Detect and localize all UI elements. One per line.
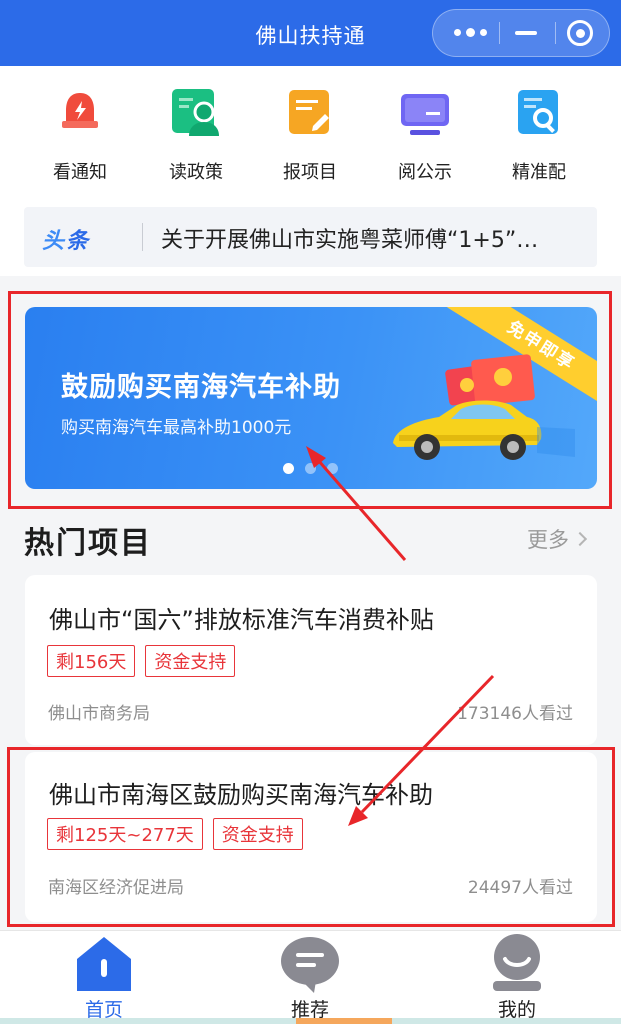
mini-program-capsule bbox=[432, 9, 610, 57]
banner-highlight-box bbox=[8, 291, 612, 509]
chevron-right-icon bbox=[572, 531, 588, 547]
hot-section-title: 热门项目 bbox=[24, 526, 152, 561]
entry-label: 精准配 bbox=[512, 162, 566, 183]
headline-divider bbox=[142, 223, 143, 251]
entry-label: 阅公示 bbox=[398, 162, 452, 183]
more-icon[interactable] bbox=[441, 10, 499, 56]
home-icon bbox=[77, 937, 131, 991]
bottom-tab-bar: 首页 推荐 我的 bbox=[0, 930, 621, 1024]
project-card[interactable]: 佛山市“国六”排放标准汽车消费补贴 剩156天 资金支持 佛山市商务局 1731… bbox=[25, 575, 597, 745]
entry-match[interactable]: 精准配 bbox=[489, 88, 589, 184]
project-views: 173146人看过 bbox=[457, 704, 573, 724]
project-title: 佛山市“国六”排放标准汽车消费补贴 bbox=[49, 606, 434, 634]
headline-tag: 头条 bbox=[42, 229, 91, 254]
monitor-icon bbox=[400, 88, 450, 138]
project-org: 佛山市商务局 bbox=[48, 704, 150, 724]
project-tags: 剩156天 资金支持 bbox=[47, 645, 236, 677]
entry-policy[interactable]: 读政策 bbox=[146, 88, 246, 184]
close-target-icon[interactable] bbox=[551, 10, 609, 56]
card-highlight-box bbox=[7, 747, 615, 927]
entry-label: 报项目 bbox=[283, 162, 337, 183]
entry-notice[interactable]: 看通知 bbox=[30, 88, 130, 184]
more-label: 更多 bbox=[527, 528, 569, 552]
chat-bubble-icon bbox=[281, 937, 339, 993]
title-bar: 佛山扶持通 bbox=[0, 0, 621, 66]
minimize-icon[interactable] bbox=[497, 10, 555, 56]
bottom-strip bbox=[0, 1018, 621, 1024]
deadline-tag: 剩156天 bbox=[47, 645, 136, 677]
doc-search-icon bbox=[514, 88, 564, 138]
edit-doc-icon bbox=[285, 88, 335, 138]
more-link[interactable]: 更多 bbox=[527, 524, 588, 554]
user-icon bbox=[493, 934, 541, 991]
entry-announce[interactable]: 阅公示 bbox=[375, 88, 475, 184]
headline-ticker[interactable]: 头条 关于开展佛山市实施粤菜师傅“1+5”… bbox=[24, 207, 597, 267]
bell-icon bbox=[55, 88, 105, 138]
person-search-icon bbox=[171, 88, 221, 138]
quick-entry-row: 看通知 读政策 报项目 阅公示 精准配 bbox=[0, 88, 621, 188]
entry-label: 读政策 bbox=[169, 162, 223, 183]
headline-text: 关于开展佛山市实施粤菜师傅“1+5”… bbox=[161, 228, 539, 253]
category-tag: 资金支持 bbox=[145, 645, 236, 677]
entry-apply[interactable]: 报项目 bbox=[260, 88, 360, 184]
entry-label: 看通知 bbox=[53, 162, 107, 183]
